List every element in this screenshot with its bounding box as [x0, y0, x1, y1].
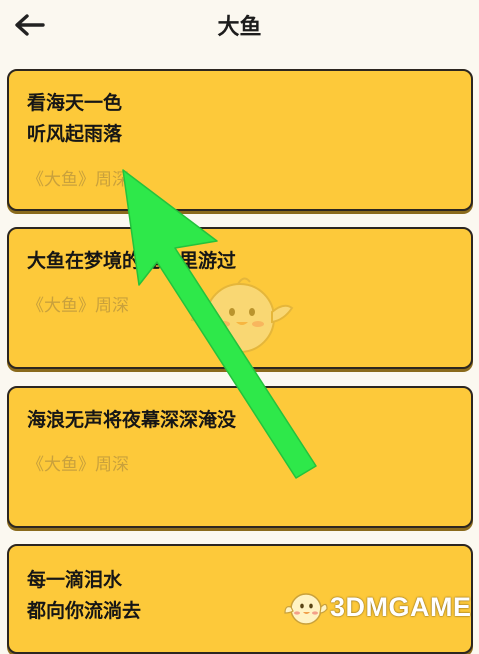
lyric-source: 《大鱼》周深 — [27, 296, 129, 316]
lyric-card[interactable]: 海浪无声将夜幕深深淹没 《大鱼》周深 — [7, 386, 473, 528]
page-title: 大鱼 — [217, 15, 262, 40]
app-header: 大鱼 — [0, 0, 479, 52]
lyric-source: 《大鱼》周深 — [27, 455, 129, 475]
site-watermark: 3DMGAME — [284, 584, 476, 630]
lyric-line: 大鱼在梦境的缝隙里游过 — [27, 250, 237, 272]
lyric-line: 听风起雨落 — [27, 123, 123, 145]
lyric-line: 海浪无声将夜幕深深淹没 — [27, 409, 237, 431]
chick-logo-icon — [284, 593, 328, 625]
lyric-line: 看海天一色 — [27, 92, 123, 114]
lyric-card[interactable]: 看海天一色 听风起雨落 《大鱼》周深 — [7, 69, 473, 211]
lyric-card[interactable]: 大鱼在梦境的缝隙里游过 《大鱼》周深 — [7, 227, 473, 369]
lyric-source: 《大鱼》周深 — [27, 170, 129, 190]
watermark-text: 3DMGAME — [330, 591, 472, 622]
